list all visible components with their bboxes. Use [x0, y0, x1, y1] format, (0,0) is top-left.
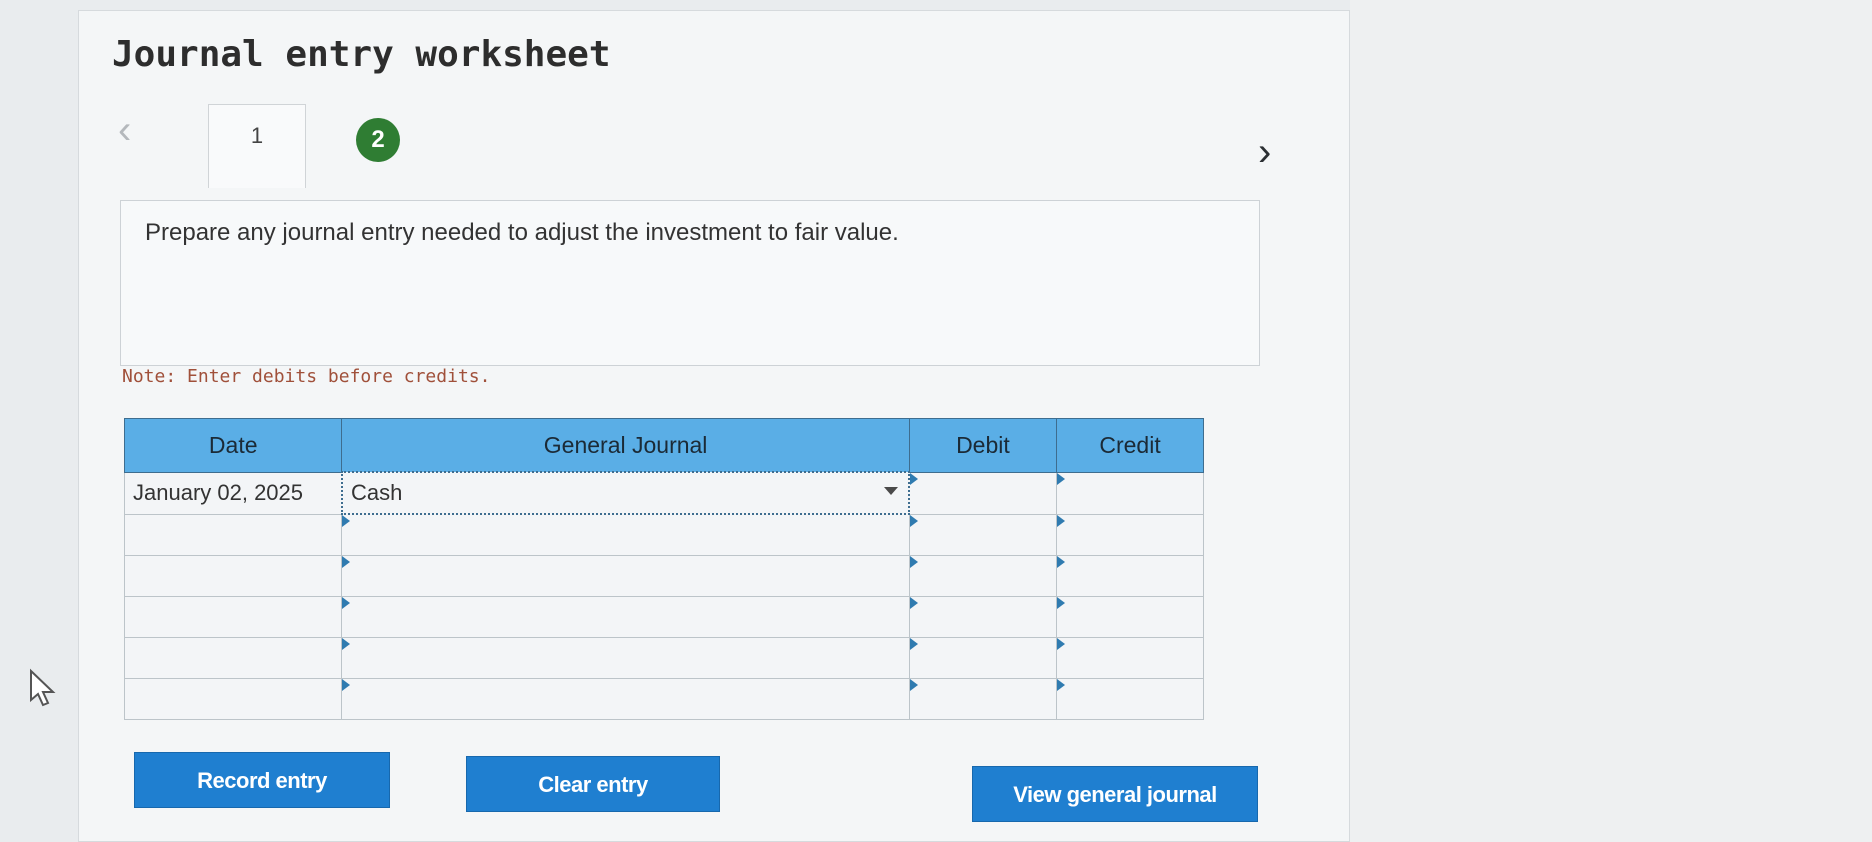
date-cell[interactable] — [123, 513, 343, 556]
tab-2-label: 2 — [371, 126, 385, 153]
cell-marker-icon — [909, 556, 918, 568]
cell-marker-icon — [1057, 556, 1066, 568]
date-cell[interactable] — [123, 637, 343, 679]
credit-input[interactable] — [1056, 596, 1204, 638]
background-area — [1350, 0, 1872, 842]
cell-marker-icon — [909, 679, 918, 691]
credit-input[interactable] — [1056, 471, 1204, 515]
tab-1[interactable]: 1 — [208, 104, 306, 188]
header-debit: Debit — [908, 418, 1058, 473]
date-cell[interactable] — [123, 555, 343, 597]
instruction-box: Prepare any journal entry needed to adju… — [120, 200, 1260, 366]
cell-marker-icon — [1057, 679, 1066, 691]
cell-marker-icon — [342, 638, 351, 650]
tab-2[interactable]: 2 — [356, 118, 400, 162]
chevron-left-icon[interactable]: ‹ — [118, 110, 131, 150]
date-cell[interactable] — [123, 596, 343, 638]
note-text: Note: Enter debits before credits. — [122, 366, 491, 387]
credit-input[interactable] — [1056, 678, 1204, 720]
table-row — [123, 678, 1204, 720]
cell-marker-icon — [910, 472, 919, 485]
account-select[interactable] — [341, 555, 910, 597]
table-row — [123, 596, 1204, 638]
cell-marker-icon — [342, 597, 351, 609]
debit-input[interactable] — [908, 596, 1058, 638]
cell-marker-icon — [909, 514, 918, 527]
table-header-row: Date General Journal Debit Credit — [123, 418, 1204, 473]
table-row — [123, 513, 1204, 556]
record-entry-button[interactable]: Record entry — [134, 752, 390, 808]
cell-marker-icon — [1057, 597, 1066, 609]
header-general-journal: General Journal — [341, 418, 910, 473]
credit-input[interactable] — [1056, 637, 1204, 679]
account-value: Cash — [350, 480, 403, 505]
account-select[interactable] — [341, 637, 910, 679]
table-row — [123, 555, 1204, 597]
account-select[interactable] — [341, 678, 910, 720]
credit-input[interactable] — [1056, 555, 1204, 597]
cell-marker-icon — [342, 556, 351, 568]
cell-marker-icon — [1057, 638, 1066, 650]
debit-input[interactable] — [908, 678, 1058, 720]
date-cell[interactable]: January 02, 2025 — [123, 471, 343, 515]
mouse-pointer-icon — [30, 668, 56, 707]
chevron-right-icon[interactable]: › — [1258, 132, 1271, 172]
account-select[interactable]: Cash — [340, 471, 911, 515]
cell-marker-icon — [342, 679, 351, 691]
debit-input[interactable] — [908, 637, 1058, 679]
cell-marker-icon — [342, 515, 351, 527]
cell-marker-icon — [1057, 514, 1066, 527]
header-credit: Credit — [1056, 418, 1204, 473]
journal-table: Date General Journal Debit Credit Januar… — [123, 418, 1204, 720]
debit-input[interactable] — [908, 555, 1058, 597]
cell-marker-icon — [909, 597, 918, 609]
caret-down-icon[interactable] — [884, 487, 899, 495]
page-title: Journal entry worksheet — [112, 34, 611, 75]
debit-input[interactable] — [908, 513, 1058, 556]
debit-input[interactable] — [908, 471, 1058, 515]
view-general-journal-button[interactable]: View general journal — [972, 766, 1258, 822]
date-cell[interactable] — [123, 678, 343, 720]
credit-input[interactable] — [1056, 513, 1204, 556]
table-row: January 02, 2025 Cash — [123, 471, 1204, 515]
account-select[interactable] — [341, 513, 910, 556]
account-select[interactable] — [341, 596, 910, 638]
cell-marker-icon — [909, 638, 918, 650]
tab-1-label: 1 — [250, 123, 264, 148]
table-row — [123, 637, 1204, 679]
instruction-text: Prepare any journal entry needed to adju… — [145, 219, 899, 246]
header-date: Date — [123, 418, 343, 473]
cell-marker-icon — [1057, 472, 1066, 485]
clear-entry-button[interactable]: Clear entry — [466, 756, 720, 812]
